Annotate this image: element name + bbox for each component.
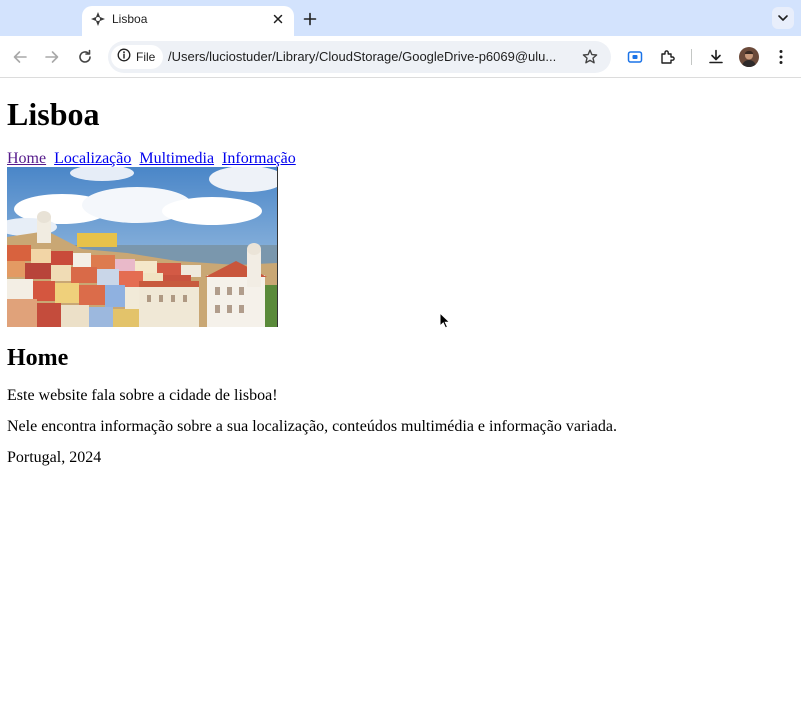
browser-toolbar: File /Users/luciostuder/Library/CloudSto…	[0, 36, 801, 78]
tab-search-button[interactable]	[772, 7, 794, 29]
close-tab-icon[interactable]	[270, 11, 286, 27]
forward-arrow-icon[interactable]	[42, 47, 62, 67]
downloads-icon[interactable]	[706, 47, 726, 67]
footer-paragraph: Portugal, 2024	[7, 449, 102, 466]
info-icon	[117, 48, 131, 67]
nav-link-multimedia[interactable]: Multimedia	[139, 150, 214, 167]
nav-link-home[interactable]: Home	[7, 150, 46, 167]
info-paragraph: Nele encontra informação sobre a sua loc…	[7, 418, 617, 435]
reload-icon[interactable]	[75, 47, 95, 67]
bookmark-star-icon[interactable]	[581, 48, 599, 66]
toolbar-divider	[691, 49, 692, 65]
intro-paragraph: Este website fala sobre a cidade de lisb…	[7, 387, 278, 404]
address-bar[interactable]: File /Users/luciostuder/Library/CloudSto…	[108, 41, 611, 73]
more-menu-icon[interactable]	[771, 47, 791, 67]
site-favicon-icon	[90, 11, 106, 27]
url-text[interactable]: /Users/luciostuder/Library/CloudStorage/…	[168, 49, 573, 64]
page-content: Lisboa Home Localização Multimedia Infor…	[0, 78, 801, 720]
nav-link-informacao[interactable]: Informação	[222, 150, 296, 167]
screen-cast-icon[interactable]	[625, 47, 645, 67]
mouse-cursor-icon	[439, 311, 451, 329]
tab-lisboa[interactable]: Lisboa	[82, 6, 294, 36]
site-info-chip[interactable]: File	[111, 45, 164, 69]
extensions-puzzle-icon[interactable]	[658, 47, 678, 67]
tab-title: Lisboa	[112, 12, 148, 26]
lisbon-panorama-image	[7, 167, 278, 327]
section-title: Home	[7, 345, 69, 371]
file-chip-label: File	[136, 50, 156, 64]
back-arrow-icon[interactable]	[10, 47, 30, 67]
tab-strip: Lisboa	[0, 0, 801, 36]
page-title: Lisboa	[7, 96, 100, 132]
nav-link-localizacao[interactable]: Localização	[54, 150, 131, 167]
main-nav: Home Localização Multimedia Informação	[7, 150, 300, 168]
profile-avatar[interactable]	[739, 47, 759, 67]
new-tab-button[interactable]	[300, 9, 320, 29]
